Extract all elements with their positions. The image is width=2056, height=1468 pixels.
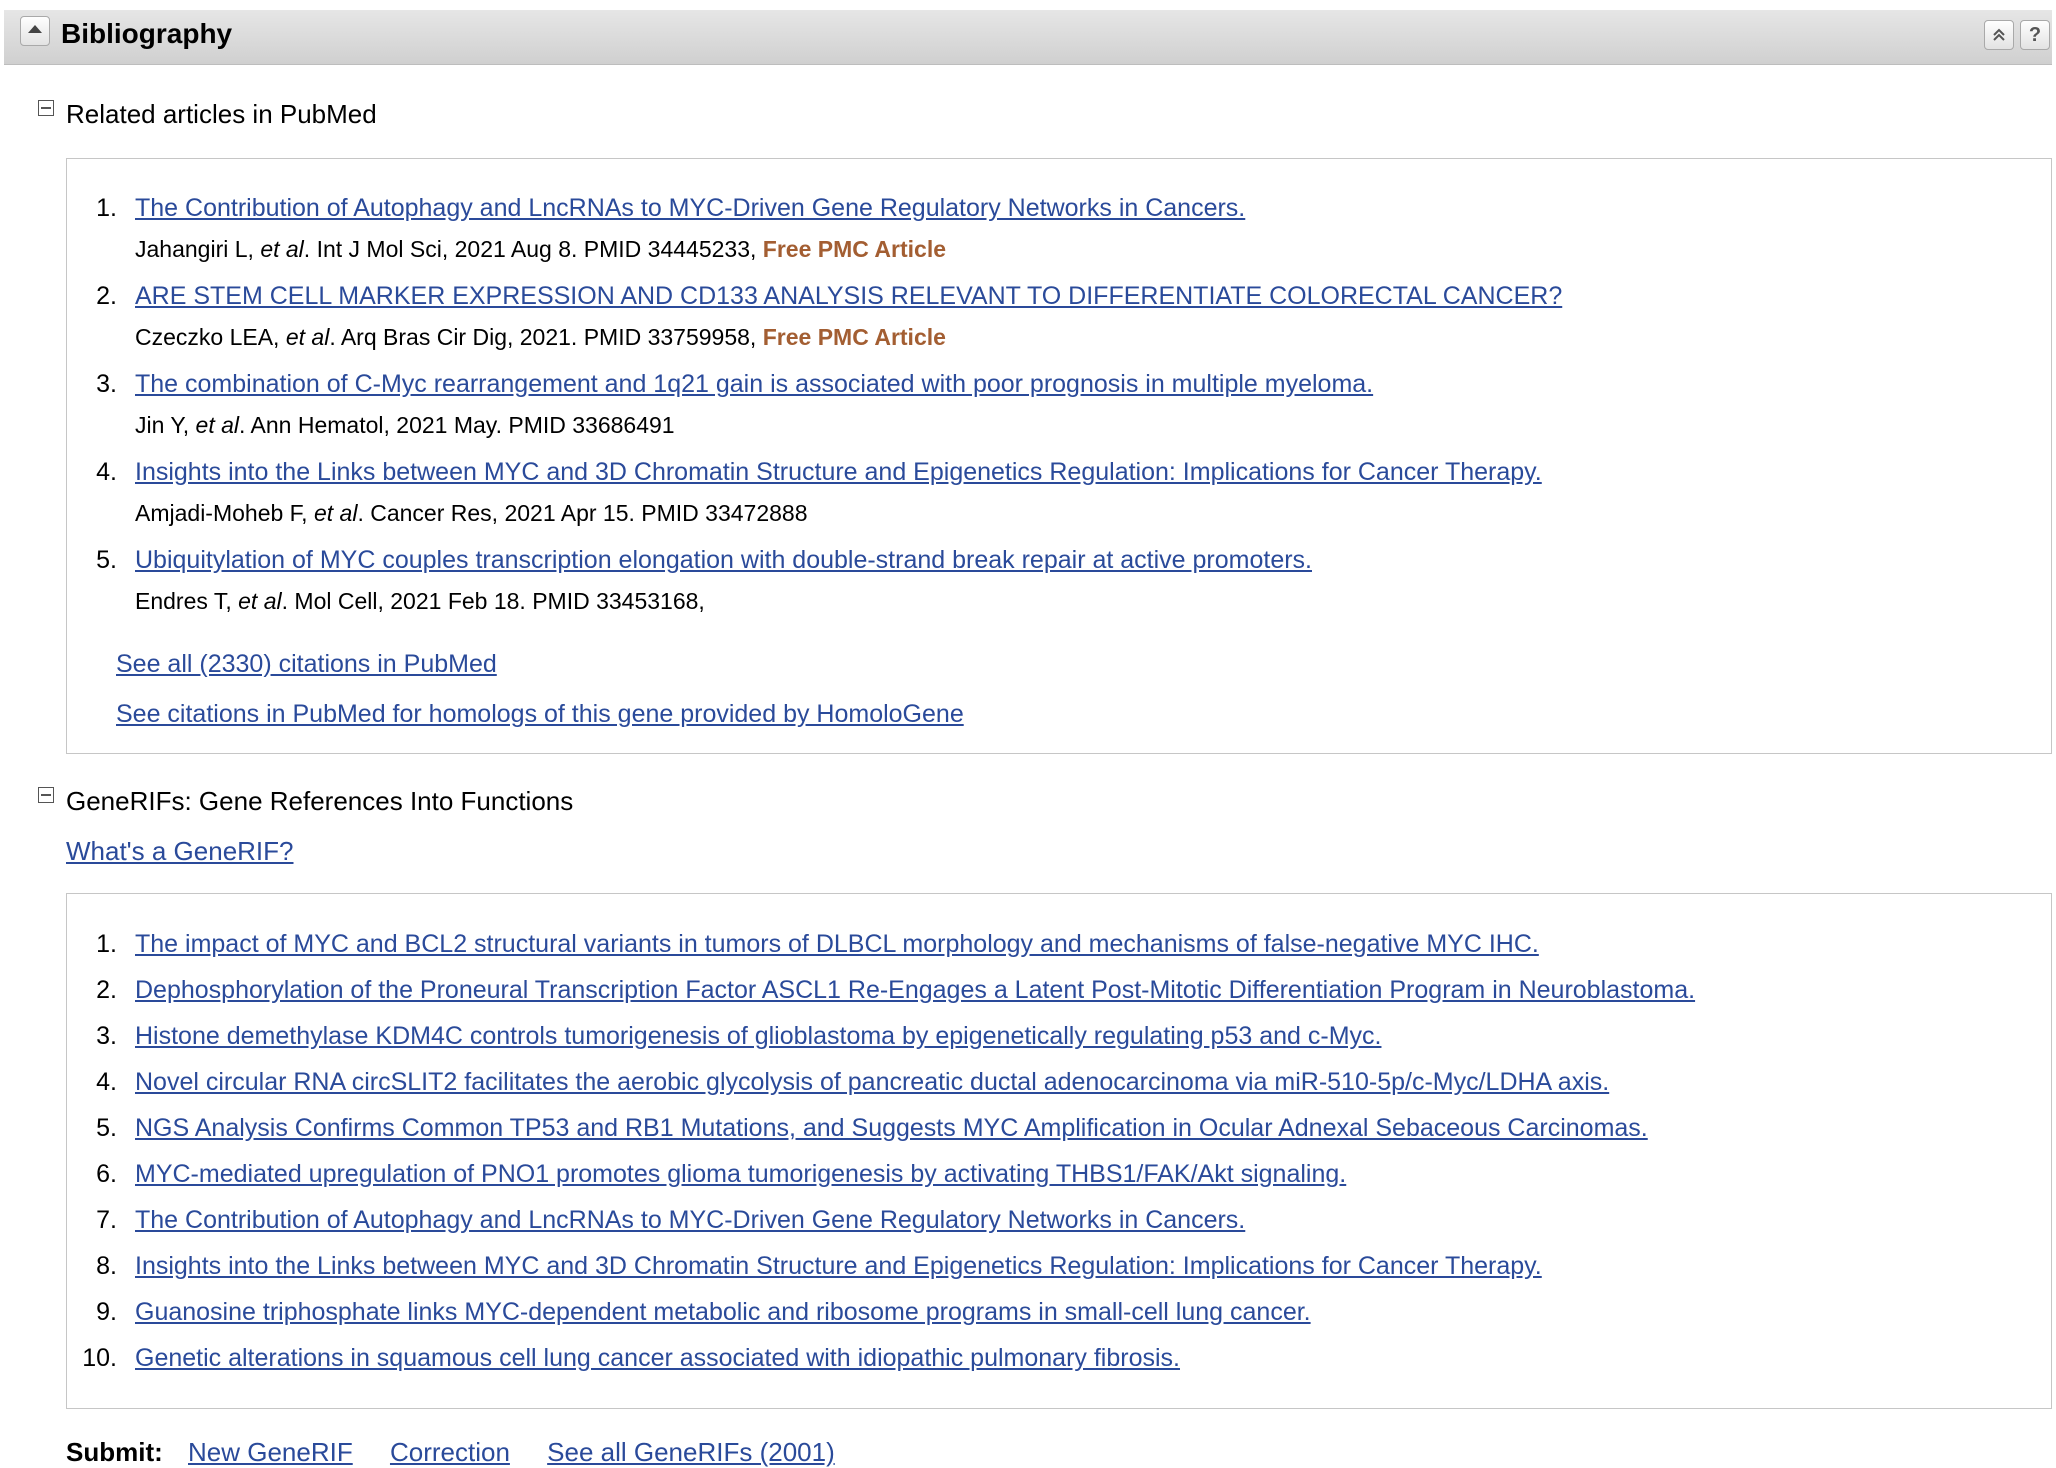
article-link[interactable]: Insights into the Links between MYC and … (135, 458, 1542, 487)
article-link[interactable]: ARE STEM CELL MARKER EXPRESSION AND CD13… (135, 282, 1562, 311)
article-link[interactable]: The combination of C-Myc rearrangement a… (135, 370, 1373, 399)
article-meta: Jin Y, et al. Ann Hematol, 2021 May. PMI… (135, 412, 675, 438)
article-link[interactable]: The Contribution of Autophagy and LncRNA… (135, 194, 1245, 223)
generif-link[interactable]: The impact of MYC and BCL2 structural va… (135, 930, 1539, 959)
submit-label: Submit: (66, 1437, 163, 1467)
article-meta: Jahangiri L, et al. Int J Mol Sci, 2021 … (135, 236, 946, 262)
help-icon[interactable]: ? (2020, 20, 2050, 50)
free-pmc-badge: Free PMC Article (762, 324, 946, 350)
correction-link[interactable]: Correction (390, 1437, 510, 1467)
generif-link[interactable]: Genetic alterations in squamous cell lun… (135, 1344, 1180, 1373)
section-title: Bibliography (61, 18, 233, 49)
whats-a-generif-link[interactable]: What's a GeneRIF? (66, 836, 294, 867)
free-pmc-badge: Free PMC Article (762, 236, 946, 262)
generif-link[interactable]: Insights into the Links between MYC and … (135, 1252, 1542, 1281)
related-articles-box: 1. The Contribution of Autophagy and Lnc… (66, 158, 2052, 754)
generifs-box: 1. The impact of MYC and BCL2 structural … (66, 893, 2052, 1409)
article-meta: Amjadi-Moheb F, et al. Cancer Res, 2021 … (135, 500, 808, 526)
generif-link[interactable]: Guanosine triphosphate links MYC-depende… (135, 1298, 1311, 1327)
generif-link[interactable]: NGS Analysis Confirms Common TP53 and RB… (135, 1114, 1648, 1143)
article-meta: Czeczko LEA, et al. Arq Bras Cir Dig, 20… (135, 324, 946, 350)
bibliography-header: Bibliography ? (4, 10, 2052, 65)
see-homolog-citations-link[interactable]: See citations in PubMed for homologs of … (116, 700, 964, 729)
generif-link[interactable]: The Contribution of Autophagy and LncRNA… (135, 1206, 1245, 1235)
related-collapse-toggle-icon[interactable] (38, 100, 54, 116)
generifs-title: GeneRIFs: Gene References Into Functions (66, 786, 574, 816)
article-link[interactable]: Ubiquitylation of MYC couples transcript… (135, 546, 1312, 575)
submit-row: Submit: New GeneRIF Correction See all G… (66, 1437, 865, 1468)
see-all-citations-link[interactable]: See all (2330) citations in PubMed (116, 650, 497, 679)
collapse-icon[interactable] (20, 16, 50, 46)
generifs-collapse-toggle-icon[interactable] (38, 787, 54, 803)
new-generif-link[interactable]: New GeneRIF (188, 1437, 353, 1467)
related-articles-title: Related articles in PubMed (66, 99, 377, 129)
article-meta: Endres T, et al. Mol Cell, 2021 Feb 18. … (135, 588, 705, 614)
generif-link[interactable]: MYC-mediated upregulation of PNO1 promot… (135, 1160, 1346, 1189)
see-all-generifs-link[interactable]: See all GeneRIFs (2001) (547, 1437, 835, 1467)
generif-link[interactable]: Novel circular RNA circSLIT2 facilitates… (135, 1068, 1609, 1097)
generif-link[interactable]: Histone demethylase KDM4C controls tumor… (135, 1022, 1381, 1051)
generif-link[interactable]: Dephosphorylation of the Proneural Trans… (135, 976, 1695, 1005)
scroll-top-icon[interactable] (1984, 20, 2014, 50)
